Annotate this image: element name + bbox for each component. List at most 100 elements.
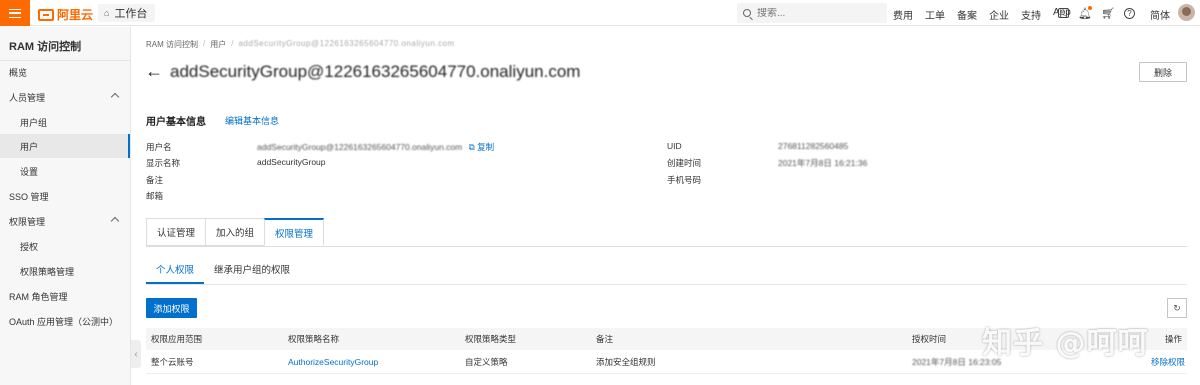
copy-label: 复制 xyxy=(477,142,495,152)
breadcrumb-users[interactable]: 用户 xyxy=(210,39,226,50)
sidebar-item-sso[interactable]: SSO 管理 xyxy=(0,184,130,208)
subtab-personal[interactable]: 个人权限 xyxy=(146,262,205,284)
search-box[interactable] xyxy=(737,3,887,23)
menu-icon xyxy=(9,8,21,18)
page-title-text: addSecurityGroup@1226163265604770.onaliy… xyxy=(170,62,581,81)
header-scope: 权限应用范围 xyxy=(151,334,203,344)
sidebar-item-overview[interactable]: 概览 xyxy=(0,60,130,84)
subtabs-divider xyxy=(146,284,1187,285)
cart-icon[interactable]: 🛒︎ xyxy=(1101,6,1115,20)
sidebar-item-policies[interactable]: 权限策略管理 xyxy=(0,259,130,283)
tabs-divider xyxy=(146,246,1187,247)
header-actions: 操作 xyxy=(1165,334,1183,344)
sidebar-title: RAM 访问控制 xyxy=(9,41,82,53)
sidebar-item-oauth[interactable]: OAuth 应用管理（公测中） xyxy=(0,309,130,333)
nav-billing[interactable]: 费用 xyxy=(893,7,913,22)
sidebar-collapse-handle[interactable]: ‹ xyxy=(131,340,141,368)
watermark: 知乎 @呵呵 xyxy=(982,326,1149,361)
sidebar-item-label: 授权 xyxy=(20,241,39,252)
tab-auth[interactable]: 认证管理 xyxy=(146,218,206,246)
username-value-wrap: addSecurityGroup@1226163265604770.onaliy… xyxy=(257,141,494,153)
header-remark: 备注 xyxy=(596,334,614,344)
menu-button[interactable] xyxy=(0,0,30,26)
chevron-left-icon: ‹ xyxy=(134,348,138,360)
sidebar-item-label: 用户组 xyxy=(20,117,48,128)
header-auth-time: 授权时间 xyxy=(912,334,947,344)
sidebar-item-groups[interactable]: 用户组 xyxy=(0,110,130,134)
cell-policy-name[interactable]: AuthorizeSecurityGroup xyxy=(288,357,378,367)
sidebar-item-label: 人员管理 xyxy=(9,92,46,103)
chevron-up-icon xyxy=(110,216,120,226)
username-value: addSecurityGroup@1226163265604770.onaliy… xyxy=(257,142,463,152)
logo-text: 阿里云 xyxy=(57,8,94,22)
sidebar-item-label: 权限管理 xyxy=(9,216,46,227)
header-policy-name: 权限策略名称 xyxy=(288,334,340,344)
cell-scope: 整个云账号 xyxy=(151,356,194,367)
detail-tabs: 认证管理 加入的组 权限管理 xyxy=(146,218,325,246)
terminal-icon[interactable]: >_ xyxy=(1058,8,1069,18)
sidebar-item-roles[interactable]: RAM 角色管理 xyxy=(0,284,130,308)
search-icon xyxy=(743,9,751,17)
email-label: 邮箱 xyxy=(146,191,164,201)
sidebar-item-identity[interactable]: 人员管理 xyxy=(0,85,130,109)
nav-icp[interactable]: 备案 xyxy=(957,7,977,22)
breadcrumb: RAM 访问控制 / 用户 / addSecurityGroup@1226163… xyxy=(146,39,455,50)
tab-permissions[interactable]: 权限管理 xyxy=(264,218,325,246)
phone-label: 手机号码 xyxy=(667,175,702,185)
header-policy-type: 权限策略类型 xyxy=(465,334,517,344)
edit-basic-info-link[interactable]: 编辑基本信息 xyxy=(225,114,279,127)
created-label: 创建时间 xyxy=(667,158,702,168)
language-switch[interactable]: 简体 xyxy=(1150,7,1170,22)
avatar[interactable] xyxy=(1178,4,1195,21)
workbench-label: 工作台 xyxy=(114,8,148,20)
sidebar-item-label: OAuth 应用管理（公测中） xyxy=(9,316,119,327)
top-nav: 费用 工单 备案 企业 支持 App xyxy=(893,7,1071,22)
help-icon[interactable]: ? xyxy=(1124,7,1135,19)
add-permission-button[interactable]: 添加权限 xyxy=(146,298,197,318)
breadcrumb-root[interactable]: RAM 访问控制 xyxy=(146,39,198,50)
remark-label: 备注 xyxy=(146,175,164,185)
breadcrumb-separator: / xyxy=(203,39,206,48)
sidebar-item-label: 设置 xyxy=(20,166,39,177)
sidebar-item-label: RAM 角色管理 xyxy=(9,291,68,302)
cell-policy-type: 自定义策略 xyxy=(465,356,508,367)
nav-support[interactable]: 支持 xyxy=(1021,7,1041,22)
remove-permission-link[interactable]: 移除权限 xyxy=(1151,356,1185,368)
created-value: 2021年7月8日 16:21:36 xyxy=(778,158,868,168)
nav-tickets[interactable]: 工单 xyxy=(925,7,945,22)
sidebar-item-settings[interactable]: 设置 xyxy=(0,159,130,183)
refresh-button[interactable]: ↻ xyxy=(1167,298,1187,318)
sidebar-item-grants[interactable]: 授权 xyxy=(0,234,130,258)
bell-icon[interactable]: 🔔︎ xyxy=(1078,6,1092,20)
nav-enterprise[interactable]: 企业 xyxy=(989,7,1009,22)
chevron-up-icon xyxy=(110,92,120,102)
subtab-inherited[interactable]: 继承用户组的权限 xyxy=(204,262,300,284)
aliyun-logo[interactable]: 阿里云 xyxy=(38,6,93,23)
top-icons: >_ 🔔︎ 🛒︎ ? xyxy=(1058,6,1135,20)
sidebar: RAM 访问控制 概览 人员管理 用户组 用户 设置 SSO 管理 权限管理 授… xyxy=(0,27,131,385)
notification-dot xyxy=(1088,6,1092,10)
copy-icon: ⧉ xyxy=(468,142,475,152)
sidebar-item-label: SSO 管理 xyxy=(9,191,49,202)
logo-mark-icon xyxy=(38,8,54,21)
sidebar-item-label: 权限策略管理 xyxy=(20,266,75,277)
workbench-button[interactable]: ⌂ 工作台 xyxy=(98,4,156,22)
breadcrumb-current: addSecurityGroup@1226163265604770.onaliy… xyxy=(238,39,455,48)
cell-remark: 添加安全组规则 xyxy=(596,356,656,367)
tab-groups[interactable]: 加入的组 xyxy=(205,218,265,246)
page-title: addSecurityGroup@1226163265604770.onaliy… xyxy=(170,62,580,82)
sidebar-item-users[interactable]: 用户 xyxy=(0,134,130,158)
display-name-value: addSecurityGroup xyxy=(257,157,326,167)
sidebar-item-label: 概览 xyxy=(9,67,28,78)
delete-button[interactable]: 删除 xyxy=(1139,62,1187,82)
sidebar-item-permissions[interactable]: 权限管理 xyxy=(0,209,130,233)
top-bar: 阿里云 ⌂ 工作台 费用 工单 备案 企业 支持 App >_ 🔔︎ 🛒︎ ? … xyxy=(0,0,1200,26)
username-label: 用户名 xyxy=(146,142,172,152)
back-arrow-icon[interactable]: ← xyxy=(145,62,163,80)
search-input[interactable] xyxy=(757,7,867,19)
uid-value: 276811282560485 xyxy=(778,141,849,151)
permission-subtabs: 个人权限 继承用户组的权限 xyxy=(146,262,300,284)
display-name-label: 显示名称 xyxy=(146,158,181,168)
copy-link[interactable]: ⧉ 复制 xyxy=(469,142,494,152)
refresh-icon: ↻ xyxy=(1173,302,1181,313)
